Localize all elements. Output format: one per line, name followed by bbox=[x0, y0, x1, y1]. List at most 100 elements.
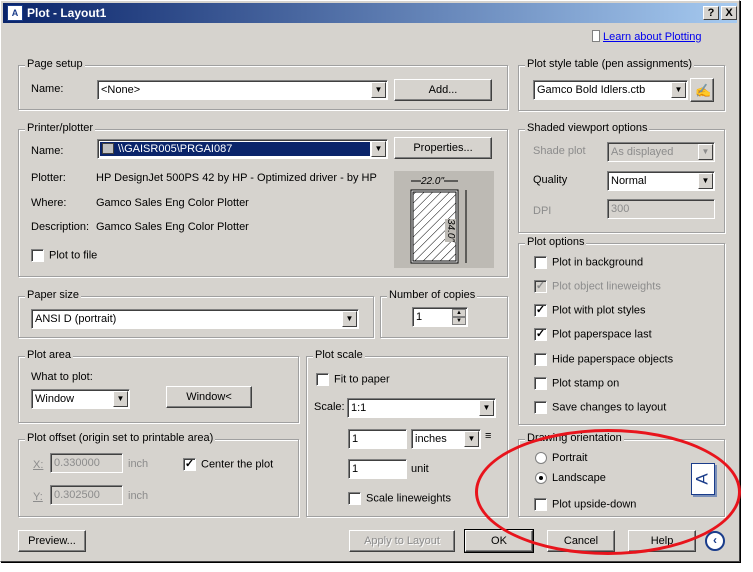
plot-options-group-label: Plot options bbox=[525, 236, 587, 248]
x-offset-label: X: bbox=[33, 459, 44, 471]
chevron-down-icon: ▼ bbox=[698, 173, 713, 189]
plot-stamp-on-label: Plot stamp on bbox=[552, 377, 620, 390]
shade-plot-select[interactable]: As displayed ▼ bbox=[607, 142, 715, 162]
plot-with-plot-styles-checkbox[interactable]: ✓ Plot with plot styles bbox=[534, 304, 646, 317]
printer-icon bbox=[102, 143, 114, 154]
preview-width-label: 22.0" bbox=[421, 176, 445, 187]
add-button[interactable]: Add... bbox=[394, 79, 492, 101]
window-pick-button[interactable]: Window< bbox=[166, 386, 252, 408]
plot-style-value: Gamco Bold Idlers.ctb bbox=[537, 84, 646, 96]
checkbox-box bbox=[534, 401, 547, 414]
scale-lineweights-checkbox[interactable]: Scale lineweights bbox=[348, 492, 451, 505]
quality-select[interactable]: Normal ▼ bbox=[607, 171, 715, 191]
checkbox-box: ✓ bbox=[534, 304, 547, 317]
checkbox-box bbox=[534, 256, 547, 269]
dpi-input[interactable]: 300 bbox=[607, 199, 715, 219]
spin-down-icon[interactable]: ▼ bbox=[452, 317, 466, 325]
scale-paper-units-input[interactable]: 1 bbox=[348, 429, 407, 449]
printer-name-select[interactable]: \\GAISR005\PRGAI087 ▼ bbox=[97, 139, 388, 159]
scale-lineweights-label: Scale lineweights bbox=[366, 492, 451, 505]
plot-to-file-checkbox[interactable]: Plot to file bbox=[31, 249, 97, 262]
info-icon bbox=[592, 30, 600, 42]
collapse-icon[interactable]: ‹ bbox=[705, 531, 725, 551]
plot-dialog: A Plot - Layout1 ? X Learn about Plottin… bbox=[0, 0, 741, 562]
plotter-label: Plotter: bbox=[31, 172, 66, 184]
plot-stamp-on-checkbox[interactable]: Plot stamp on bbox=[534, 377, 619, 390]
x-offset-input[interactable]: 0.330000 bbox=[50, 453, 123, 473]
apply-to-layout-button[interactable]: Apply to Layout bbox=[349, 530, 455, 552]
learn-about-plotting-link[interactable]: Learn about Plotting bbox=[603, 31, 701, 43]
checkbox-box: ✓ bbox=[534, 280, 547, 293]
spin-up-icon[interactable]: ▲ bbox=[452, 309, 466, 317]
what-to-plot-select[interactable]: Window ▼ bbox=[31, 389, 130, 409]
close-title-button[interactable]: X bbox=[721, 6, 737, 20]
x-offset-unit: inch bbox=[128, 458, 149, 470]
plot-style-group-label: Plot style table (pen assignments) bbox=[525, 58, 695, 70]
plot-offset-group-label: Plot offset (origin set to printable are… bbox=[25, 432, 216, 444]
units-value: inches bbox=[415, 433, 447, 445]
chevron-down-icon: ▼ bbox=[698, 144, 713, 160]
plot-object-lineweights-checkbox[interactable]: ✓ Plot object lineweights bbox=[534, 280, 661, 293]
save-changes-to-layout-label: Save changes to layout bbox=[552, 401, 667, 414]
y-offset-input[interactable]: 0.302500 bbox=[50, 485, 123, 505]
y-offset-unit: inch bbox=[128, 490, 149, 502]
preview-button[interactable]: Preview... bbox=[18, 530, 86, 552]
help-title-button[interactable]: ? bbox=[703, 6, 719, 20]
page-setup-name-select[interactable]: <None> ▼ bbox=[97, 80, 388, 100]
paper-size-group-label: Paper size bbox=[25, 289, 81, 301]
y-offset-value: 0.302500 bbox=[54, 489, 100, 501]
checkbox-box: ✓ bbox=[534, 328, 547, 341]
shade-plot-value: As displayed bbox=[611, 146, 674, 158]
paper-preview: 22.0" 34.0" bbox=[394, 171, 494, 268]
shade-plot-label: Shade plot bbox=[533, 145, 586, 157]
description-label: Description: bbox=[31, 221, 90, 233]
fit-to-paper-label: Fit to paper bbox=[334, 373, 390, 386]
chevron-down-icon: ▼ bbox=[479, 400, 494, 416]
dpi-value: 300 bbox=[611, 203, 630, 215]
plot-paperspace-last-checkbox[interactable]: ✓ Plot paperspace last bbox=[534, 328, 652, 341]
scale-paper-units-value: 1 bbox=[352, 433, 359, 445]
copies-spinner[interactable]: 1 ▲ ▼ bbox=[412, 307, 468, 327]
plot-style-select[interactable]: Gamco Bold Idlers.ctb ▼ bbox=[533, 80, 688, 100]
plotter-value: HP DesignJet 500PS 42 by HP - Optimized … bbox=[96, 172, 377, 184]
properties-button[interactable]: Properties... bbox=[394, 137, 492, 159]
plot-in-background-label: Plot in background bbox=[552, 256, 644, 269]
chevron-down-icon: ▼ bbox=[113, 391, 128, 407]
plot-to-file-label: Plot to file bbox=[49, 249, 98, 262]
chevron-down-icon: ▼ bbox=[671, 82, 686, 98]
app-icon: A bbox=[7, 5, 23, 21]
hide-paperspace-objects-checkbox[interactable]: Hide paperspace objects bbox=[534, 353, 673, 366]
pencil-icon: ✍ bbox=[695, 83, 712, 98]
scale-drawing-units-value: 1 bbox=[352, 463, 359, 475]
printer-name-label: Name: bbox=[31, 145, 64, 157]
quality-label: Quality bbox=[533, 174, 568, 186]
edit-plot-style-button[interactable]: ✍ bbox=[690, 78, 714, 102]
plot-in-background-checkbox[interactable]: Plot in background bbox=[534, 256, 643, 269]
units-select[interactable]: inches ▼ bbox=[411, 429, 481, 449]
checkbox-box bbox=[534, 377, 547, 390]
plot-with-plot-styles-label: Plot with plot styles bbox=[552, 304, 646, 317]
center-plot-label: Center the plot bbox=[201, 458, 274, 471]
window-title: Plot - Layout1 bbox=[27, 6, 107, 20]
what-to-plot-value: Window bbox=[35, 393, 75, 405]
title-bar[interactable]: A Plot - Layout1 ? X bbox=[3, 3, 737, 23]
chevron-down-icon: ▼ bbox=[371, 82, 386, 98]
checkbox-box bbox=[534, 353, 547, 366]
page-setup-group-label: Page setup bbox=[25, 58, 85, 70]
paper-size-select[interactable]: ANSI D (portrait) ▼ bbox=[31, 309, 359, 329]
checkbox-box bbox=[316, 373, 329, 386]
preview-height-label: 34.0" bbox=[445, 219, 456, 243]
where-label: Where: bbox=[31, 197, 67, 209]
save-changes-to-layout-checkbox[interactable]: Save changes to layout bbox=[534, 401, 666, 414]
scale-label: Scale: bbox=[314, 401, 345, 413]
copies-value: 1 bbox=[416, 311, 423, 323]
plot-paperspace-last-label: Plot paperspace last bbox=[552, 328, 652, 341]
copies-group-label: Number of copies bbox=[387, 289, 478, 301]
checkbox-box: ✓ bbox=[183, 458, 196, 471]
scale-select[interactable]: 1:1 ▼ bbox=[347, 398, 496, 418]
fit-to-paper-checkbox[interactable]: Fit to paper bbox=[316, 373, 390, 386]
printer-plotter-group-label: Printer/plotter bbox=[25, 122, 96, 134]
center-plot-checkbox[interactable]: ✓ Center the plot bbox=[183, 458, 273, 471]
scale-drawing-units-input[interactable]: 1 bbox=[348, 459, 407, 479]
equals-icon: ≡ bbox=[485, 430, 492, 442]
